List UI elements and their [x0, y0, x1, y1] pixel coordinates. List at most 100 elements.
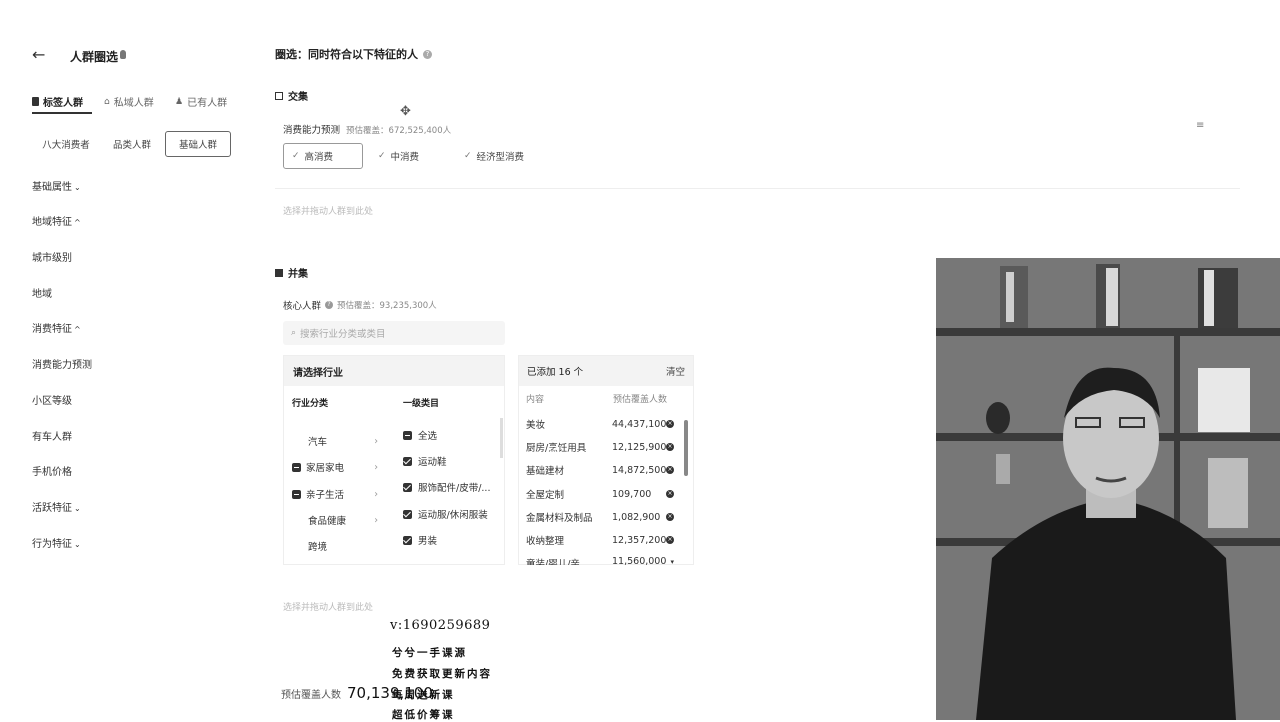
industry-search-input[interactable]: ⌕ 搜索行业分类或类目 [283, 321, 505, 345]
industry-col-header: 行业分类 [292, 399, 329, 409]
sidebar-item-phone-price[interactable]: 手机价格 [32, 463, 72, 478]
option-economy-consumption[interactable]: ✓ 经济型消费 [464, 143, 524, 169]
checkbox-checked-icon[interactable] [403, 535, 412, 545]
option-medium-consumption[interactable]: ✓ 中消费 [378, 143, 419, 169]
chevron-down-icon: ⌄ [74, 183, 81, 192]
help-icon: ? [325, 301, 334, 309]
remove-icon[interactable]: × [666, 443, 674, 451]
chevron-up-icon: ^ [74, 325, 81, 334]
remove-icon[interactable]: × [666, 466, 674, 474]
sidebar-item-region-features[interactable]: 地域特征 ^ [32, 213, 81, 228]
added-col-content: 内容 [526, 395, 545, 405]
tab-private-audience[interactable]: ⌂ 私域人群 [104, 94, 154, 110]
sidebar-item-car-owners[interactable]: 有车人群 [32, 428, 72, 443]
chevron-down-icon: ⌄ [74, 540, 81, 549]
added-panel-header: 已添加 16 个 清空 [519, 356, 693, 386]
industry-item-cross-border[interactable]: 跨境 [308, 539, 327, 553]
option-high-consumption[interactable]: ✓ 高消费 [283, 143, 363, 169]
pill-eight-consumers[interactable]: 八大消费者 [32, 131, 100, 157]
store-icon: ⌂ [104, 96, 110, 107]
checkbox-checked-icon[interactable] [403, 456, 412, 466]
added-scrollbar[interactable] [684, 420, 688, 476]
added-row: 美妆 44,437,100 × [526, 418, 674, 431]
industry-item-food-health[interactable]: 食品健康 › [308, 513, 378, 528]
collapse-icon[interactable]: ≡ [1196, 120, 1204, 131]
category-sportswear[interactable]: 运动服/休闲服装 [403, 507, 488, 521]
pill-basic-audience[interactable]: 基础人群 [165, 131, 231, 157]
chevron-right-icon: › [374, 435, 378, 447]
presenter-image [936, 258, 1280, 720]
help-icon: ? [423, 49, 432, 59]
promo-line: 免费获取更新内容 [392, 668, 492, 680]
webcam-video [936, 258, 1280, 720]
tab-tag-audience[interactable]: 标签人群 [32, 94, 83, 109]
checkbox-checked-icon[interactable] [403, 509, 412, 519]
added-row: 童装/婴儿/亲... 11,560,000 ▾ [526, 556, 674, 565]
divider [275, 188, 1240, 189]
pill-category-audience[interactable]: 品类人群 [100, 131, 164, 157]
added-row: 全屋定制 109,700 × [526, 488, 674, 501]
checkbox-indeterminate-icon[interactable] [292, 462, 301, 472]
remove-icon[interactable]: × [666, 513, 674, 521]
category-menswear[interactable]: 男装 [403, 533, 437, 547]
industry-item-parenting[interactable]: 亲子生活 › [292, 487, 378, 501]
tag-icon [32, 97, 39, 106]
scroll-down-icon[interactable]: ▾ [670, 558, 674, 566]
sidebar-item-spending-power[interactable]: 消费能力预测 [32, 356, 92, 371]
industry-panel-header: 请选择行业 [284, 356, 504, 386]
chevron-right-icon: › [374, 514, 378, 526]
chevron-down-icon: ⌄ [74, 504, 81, 513]
remove-icon[interactable]: × [666, 536, 674, 544]
category-accessories[interactable]: 服饰配件/皮带/... [403, 480, 490, 494]
added-row: 基础建材 14,872,500 × [526, 464, 674, 477]
added-row: 金属材料及制品 1,082,900 × [526, 511, 674, 524]
category-select-all[interactable]: 全选 [403, 428, 437, 442]
page-title: 人群圈选 [70, 50, 119, 64]
back-button[interactable]: ← [32, 47, 48, 63]
added-row: 厨房/烹饪用具 12,125,900 × [526, 441, 674, 454]
cursor-move-icon: ✥ [400, 104, 411, 119]
sidebar-item-city-level[interactable]: 城市级别 [32, 249, 72, 264]
checkbox-checked-icon[interactable] [403, 482, 412, 492]
intersection-title: 交集 [275, 88, 308, 103]
contact-text: v:1690259689 [390, 618, 491, 633]
union-icon [275, 268, 283, 277]
sidebar-item-behavior-features[interactable]: 行为特征 ⌄ [32, 535, 81, 550]
tab-active-underline [32, 112, 92, 114]
chevron-right-icon: › [374, 488, 378, 500]
added-row: 收纳整理 12,357,200 × [526, 534, 674, 547]
check-icon: ✓ [292, 151, 300, 161]
category-sports-shoes[interactable]: 运动鞋 [403, 454, 447, 468]
sidebar-item-community-level[interactable]: 小区等级 [32, 392, 72, 407]
check-icon: ✓ [464, 151, 472, 161]
chevron-right-icon: › [374, 461, 378, 473]
promo-line: 兮兮一手课源 [392, 647, 467, 659]
sidebar-item-region[interactable]: 地域 [32, 285, 52, 300]
search-icon: ⌕ [291, 328, 297, 338]
added-col-estimate: 预估覆盖人数 [613, 395, 668, 405]
sidebar-item-consumption-features[interactable]: 消费特征 ^ [32, 320, 81, 335]
intersection-icon [275, 91, 283, 100]
drag-hint: 选择并拖动人群到此处 [283, 207, 374, 217]
industry-item-home-appliance[interactable]: 家居家电 › [292, 460, 378, 474]
union-title: 并集 [275, 265, 308, 280]
checkbox-indeterminate-icon[interactable] [403, 430, 412, 440]
selection-heading: 圈选：同时符合以下特征的人 ? [275, 46, 432, 62]
category-col-header: 一级类目 [403, 399, 440, 409]
chevron-up-icon: ^ [74, 218, 81, 227]
tab-existing-audience[interactable]: ♟ 已有人群 [175, 94, 227, 110]
promo-line: 每周送新课 [392, 689, 455, 701]
user-icon: ♟ [175, 96, 184, 107]
panel-scrollbar[interactable] [500, 418, 503, 458]
sidebar-item-activity-features[interactable]: 活跃特征 ⌄ [32, 499, 81, 514]
sidebar-item-basic-attributes[interactable]: 基础属性 ⌄ [32, 178, 81, 193]
union-condition: 核心人群 ? 预估覆盖：93,235,300人 [283, 301, 437, 312]
clear-button[interactable]: 清空 [666, 364, 685, 378]
industry-item-auto[interactable]: 汽车 › [308, 434, 378, 449]
remove-icon[interactable]: × [666, 420, 674, 428]
bulb-icon [120, 50, 126, 59]
drag-hint-2: 选择并拖动人群到此处 [283, 603, 374, 613]
intersection-condition: 消费能力预测 预估覆盖：672,525,400人 [283, 125, 452, 136]
checkbox-indeterminate-icon[interactable] [292, 489, 301, 499]
remove-icon[interactable]: × [666, 490, 674, 498]
